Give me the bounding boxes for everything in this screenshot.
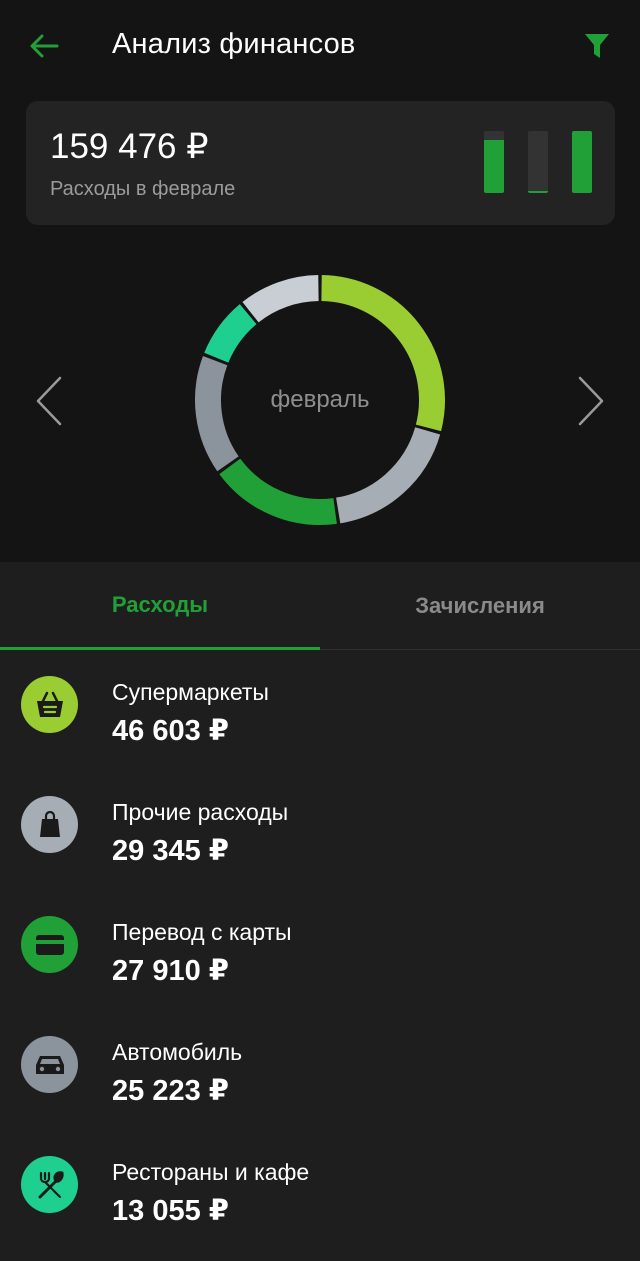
expenses-donut-chart[interactable] (190, 270, 450, 530)
mini-bar-fill (484, 140, 504, 193)
categories-panel: Расходы Зачисления Супермаркеты 46 603 ₽ (0, 562, 640, 1261)
category-icon-badge (21, 796, 78, 853)
basket-icon (36, 691, 63, 717)
category-icon-badge (21, 916, 78, 973)
previous-month-button[interactable] (24, 358, 74, 444)
category-name: Автомобиль (112, 1039, 243, 1065)
mini-bar-fill (572, 131, 592, 193)
page-title: Анализ финансов (112, 28, 356, 60)
donut-segment[interactable] (242, 275, 320, 323)
card-icon (35, 934, 64, 955)
fork-knife-icon (38, 1170, 64, 1198)
category-amount: 27 910 ₽ (112, 955, 229, 987)
category-icon-badge (21, 1156, 78, 1213)
monthly-mini-chart[interactable] (484, 131, 594, 193)
car-icon (35, 1055, 64, 1074)
category-name: Рестораны и кафе (112, 1159, 310, 1185)
chevron-left-icon (36, 376, 62, 426)
filter-icon (585, 34, 609, 58)
arrow-left-icon (30, 34, 59, 58)
mini-bar (484, 131, 504, 193)
donut-segment[interactable] (219, 458, 337, 525)
category-name: Супермаркеты (112, 679, 269, 705)
donut-segment[interactable] (321, 275, 445, 432)
filter-button[interactable] (576, 26, 618, 66)
category-amount: 13 055 ₽ (112, 1195, 229, 1227)
donut-segment[interactable] (335, 426, 441, 524)
tabs: Расходы Зачисления (0, 562, 640, 650)
mini-bar (528, 131, 548, 193)
category-amount: 46 603 ₽ (112, 715, 229, 747)
shopping-bag-icon (39, 810, 60, 837)
mini-bar-fill (528, 190, 548, 193)
category-icon-badge (21, 1036, 78, 1093)
category-item-restaurants[interactable]: Рестораны и кафе 13 055 ₽ (0, 1131, 640, 1251)
back-button[interactable] (22, 26, 66, 66)
tab-income[interactable]: Зачисления (320, 562, 640, 650)
category-amount: 25 223 ₽ (112, 1075, 229, 1107)
total-expenses-label: Расходы в феврале (50, 178, 236, 200)
expenses-summary-card[interactable]: 159 476 ₽ Расходы в феврале (26, 101, 615, 225)
donut-section: февраль (0, 240, 640, 560)
donut-segment[interactable] (195, 356, 239, 472)
category-item-card-transfer[interactable]: Перевод с карты 27 910 ₽ (0, 891, 640, 1011)
category-icon-badge (21, 676, 78, 733)
tab-expenses[interactable]: Расходы (0, 562, 320, 650)
category-name: Перевод с карты (112, 919, 292, 945)
category-name: Прочие расходы (112, 799, 289, 825)
top-bar: Анализ финансов (0, 0, 640, 92)
donut-segment[interactable] (204, 304, 257, 363)
category-item-car[interactable]: Автомобиль 25 223 ₽ (0, 1011, 640, 1131)
total-expenses-amount: 159 476 ₽ (50, 127, 209, 166)
mini-bar (572, 131, 592, 193)
category-amount: 29 345 ₽ (112, 835, 229, 867)
category-item-other[interactable]: Прочие расходы 29 345 ₽ (0, 771, 640, 891)
chevron-right-icon (578, 376, 604, 426)
category-item-supermarkets[interactable]: Супермаркеты 46 603 ₽ (0, 651, 640, 771)
next-month-button[interactable] (566, 358, 616, 444)
